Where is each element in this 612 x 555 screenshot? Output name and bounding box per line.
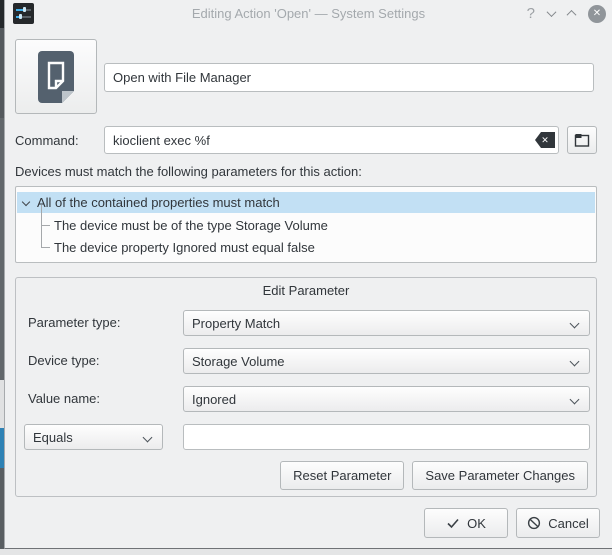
cancel-icon (527, 516, 541, 530)
command-input[interactable] (104, 126, 559, 154)
document-icon (34, 49, 78, 105)
tree-root-label: All of the contained properties must mat… (37, 195, 280, 210)
dialog-editing-action: Editing Action 'Open' — System Settings … (4, 0, 612, 549)
cancel-button[interactable]: Cancel (516, 508, 600, 538)
command-label: Command: (15, 133, 79, 149)
tree-row-child[interactable]: The device property Ignored must equal f… (54, 237, 315, 258)
parameter-type-value: Property Match (192, 316, 280, 331)
titlebar-controls: ? ✕ (527, 0, 606, 27)
operator-value: Equals (33, 430, 73, 445)
device-type-value: Storage Volume (192, 354, 285, 369)
screen: Editing Action 'Open' — System Settings … (0, 0, 612, 555)
parameter-value-input[interactable] (183, 424, 590, 450)
help-icon[interactable]: ? (527, 5, 535, 22)
ok-button[interactable]: OK (424, 508, 508, 538)
check-icon (446, 517, 460, 529)
cancel-button-label: Cancel (548, 516, 588, 531)
groupbox-title: Edit Parameter (16, 283, 596, 298)
chevron-down-icon[interactable] (547, 7, 557, 17)
chevron-down-icon (143, 433, 153, 443)
parameter-type-label: Parameter type: (28, 310, 121, 336)
ok-button-label: OK (467, 516, 486, 531)
action-icon-button[interactable] (15, 39, 97, 114)
operator-dropdown[interactable]: Equals (24, 424, 163, 450)
save-parameter-button[interactable]: Save Parameter Changes (412, 461, 588, 490)
tree-branch-tick (41, 247, 50, 248)
parameter-type-dropdown[interactable]: Property Match (183, 310, 590, 336)
reset-parameter-button[interactable]: Reset Parameter (280, 461, 404, 490)
edit-parameter-groupbox: Edit Parameter Parameter type: Property … (15, 277, 597, 497)
window-title: Editing Action 'Open' — System Settings (5, 0, 612, 27)
device-type-dropdown[interactable]: Storage Volume (183, 348, 590, 374)
expander-chevron-icon[interactable] (22, 198, 30, 206)
tree-branch-line (41, 205, 42, 248)
chevron-down-icon (570, 319, 580, 329)
groupbox-buttons: Reset Parameter Save Parameter Changes (280, 461, 588, 490)
chevron-down-icon (570, 357, 580, 367)
device-type-label: Device type: (28, 348, 100, 374)
parameters-tree[interactable]: All of the contained properties must mat… (15, 186, 597, 263)
tree-row-root[interactable]: All of the contained properties must mat… (17, 192, 595, 213)
background-bottom-strip (0, 549, 612, 555)
folder-icon (573, 132, 591, 148)
close-icon[interactable]: ✕ (588, 5, 606, 23)
chevron-down-icon (570, 395, 580, 405)
browse-file-button[interactable] (567, 126, 597, 154)
action-name-input[interactable] (104, 63, 594, 92)
devices-caption: Devices must match the following paramet… (15, 164, 362, 179)
chevron-up-icon[interactable] (567, 10, 577, 20)
value-name-dropdown[interactable]: Ignored (183, 386, 590, 412)
value-name-value: Ignored (192, 392, 236, 407)
titlebar[interactable]: Editing Action 'Open' — System Settings … (5, 0, 612, 27)
value-name-label: Value name: (28, 386, 100, 412)
tree-branch-tick (41, 225, 50, 226)
tree-row-child[interactable]: The device must be of the type Storage V… (54, 215, 328, 236)
